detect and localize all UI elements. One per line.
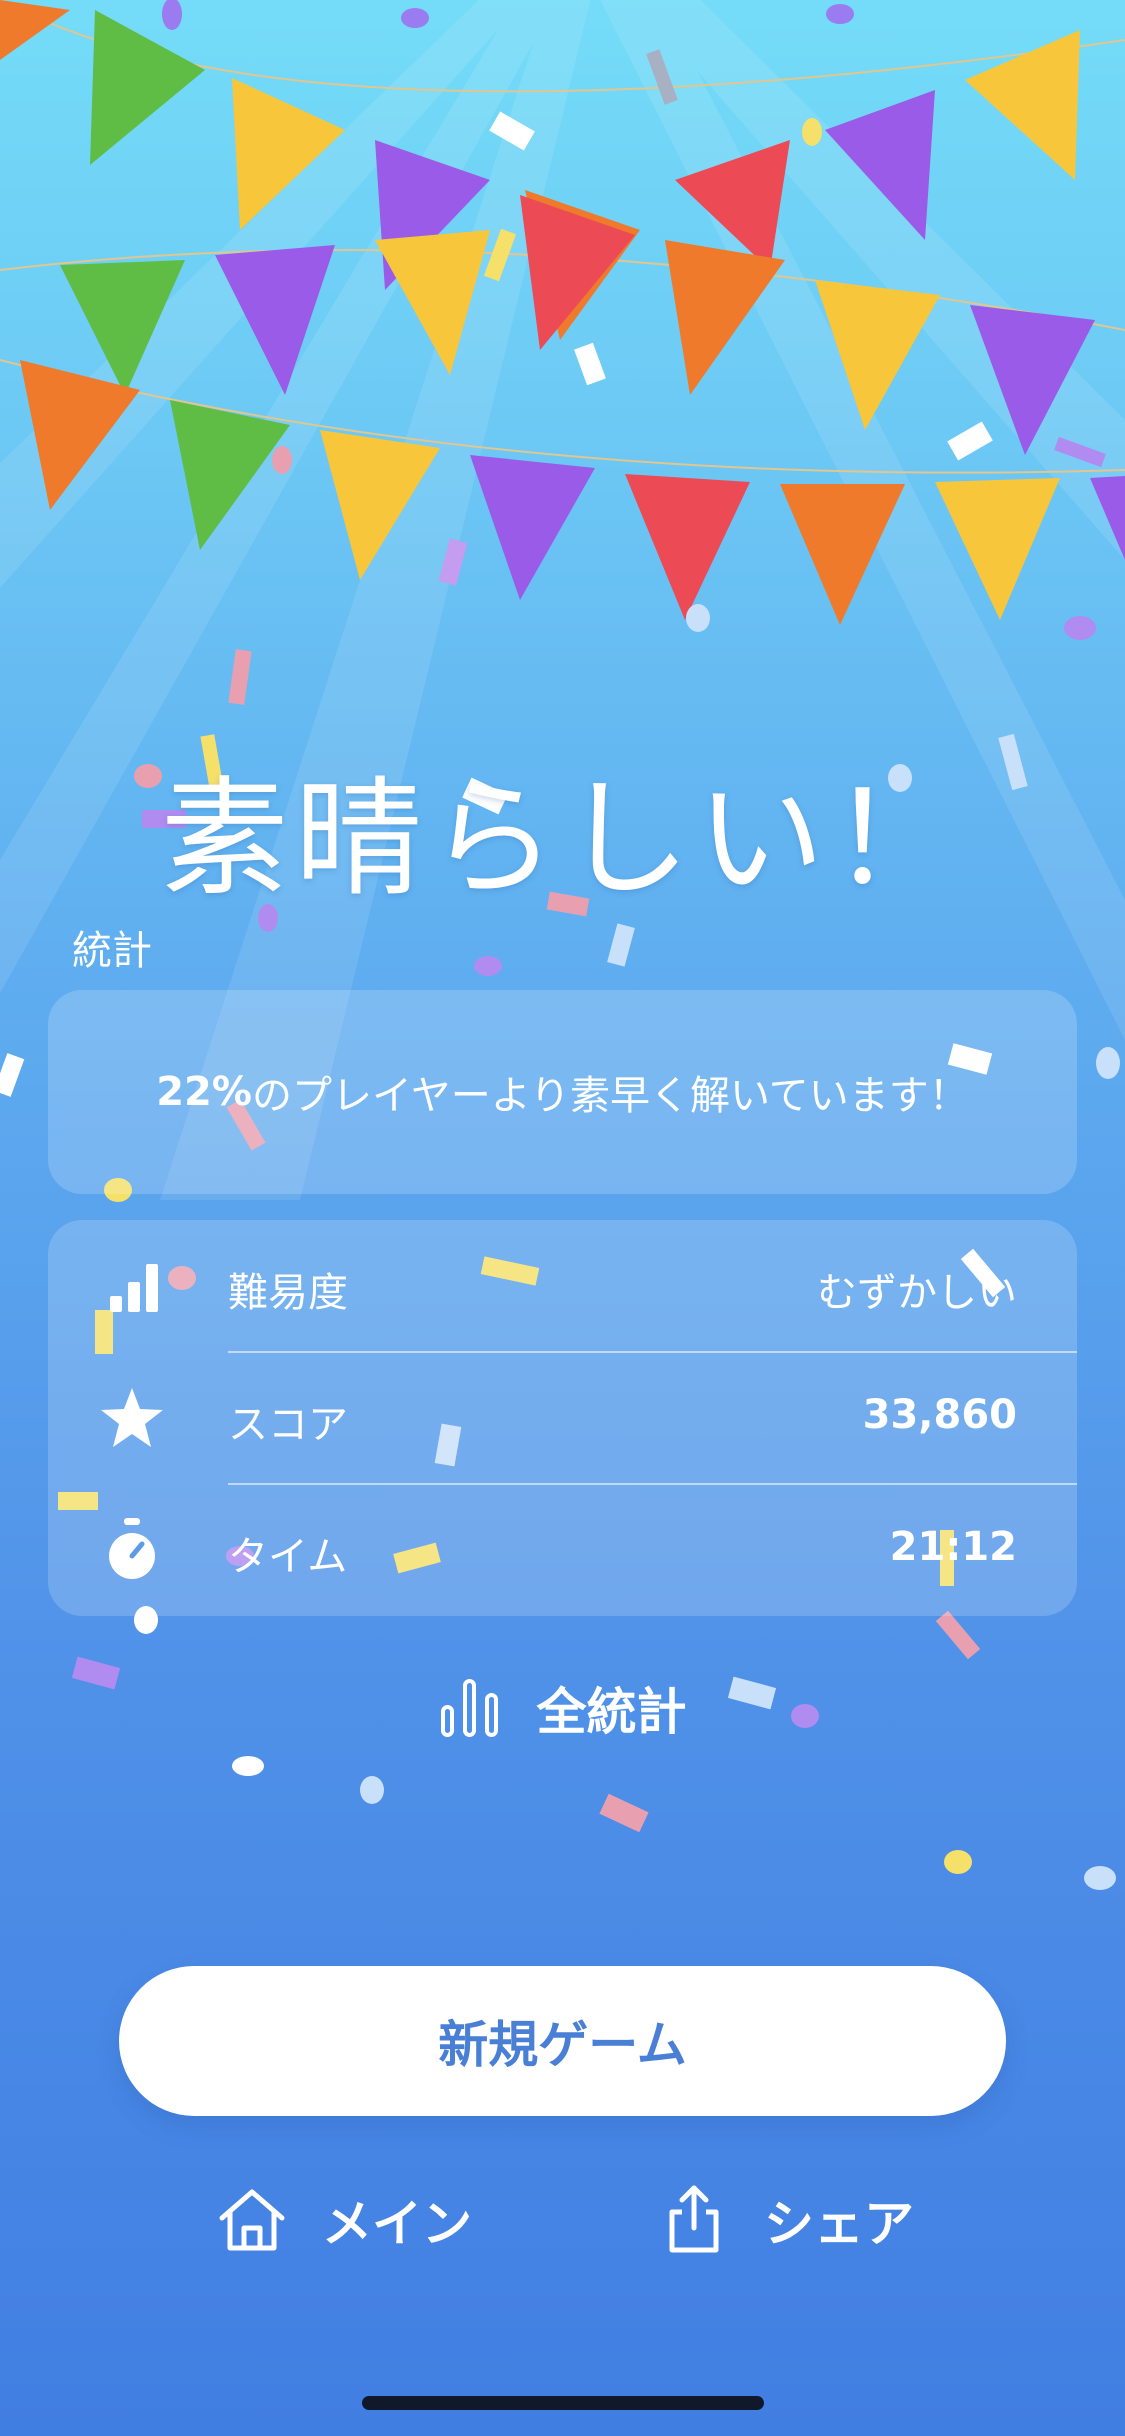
stat-label-score: スコア <box>228 1402 348 1448</box>
star-icon <box>101 1388 163 1447</box>
congratulations-title: 素晴らしい！ <box>160 765 965 914</box>
stat-value-score: 33,860 <box>862 1392 1017 1438</box>
share-label: シェア <box>764 2195 914 2253</box>
stats-section-label: 統計 <box>72 928 152 974</box>
home-indicator[interactable] <box>362 2396 764 2410</box>
stat-row-difficulty: 難易度 むずかしい <box>48 1220 1077 1352</box>
stopwatch-icon <box>109 1518 155 1579</box>
percentile-value: 22% <box>156 1069 252 1115</box>
all-stats-label: 全統計 <box>536 1683 687 1741</box>
stat-row-time: タイム 21:12 <box>48 1484 1077 1616</box>
stat-value-difficulty: むずかしい <box>817 1270 1017 1316</box>
bar-chart-icon <box>440 1679 498 1737</box>
stats-card: 難易度 むずかしい スコア 33,860 タイム 21:12 <box>48 1220 1077 1616</box>
signal-bars-icon <box>110 1264 158 1312</box>
bunting-banners-decoration <box>0 0 1125 625</box>
stat-label-difficulty: 難易度 <box>228 1270 348 1316</box>
main-menu-button[interactable]: メイン <box>216 2180 472 2260</box>
stat-value-time: 21:12 <box>889 1524 1017 1570</box>
stat-label-time: タイム <box>228 1534 348 1580</box>
stat-row-score: スコア 33,860 <box>48 1352 1077 1484</box>
new-game-button[interactable]: 新規ゲーム <box>119 1966 1006 2116</box>
all-stats-button[interactable]: 全統計 <box>0 1668 1125 1748</box>
share-button[interactable]: シェア <box>658 2180 914 2260</box>
pennant-row-bottom <box>20 360 1125 625</box>
percentile-card: 22% のプレイヤーより素早く解いています！ <box>48 990 1077 1194</box>
home-icon <box>219 2189 285 2251</box>
percentile-text: のプレイヤーより素早く解いています！ <box>251 1073 969 1119</box>
share-icon <box>669 2185 719 2253</box>
main-menu-label: メイン <box>322 2195 472 2253</box>
